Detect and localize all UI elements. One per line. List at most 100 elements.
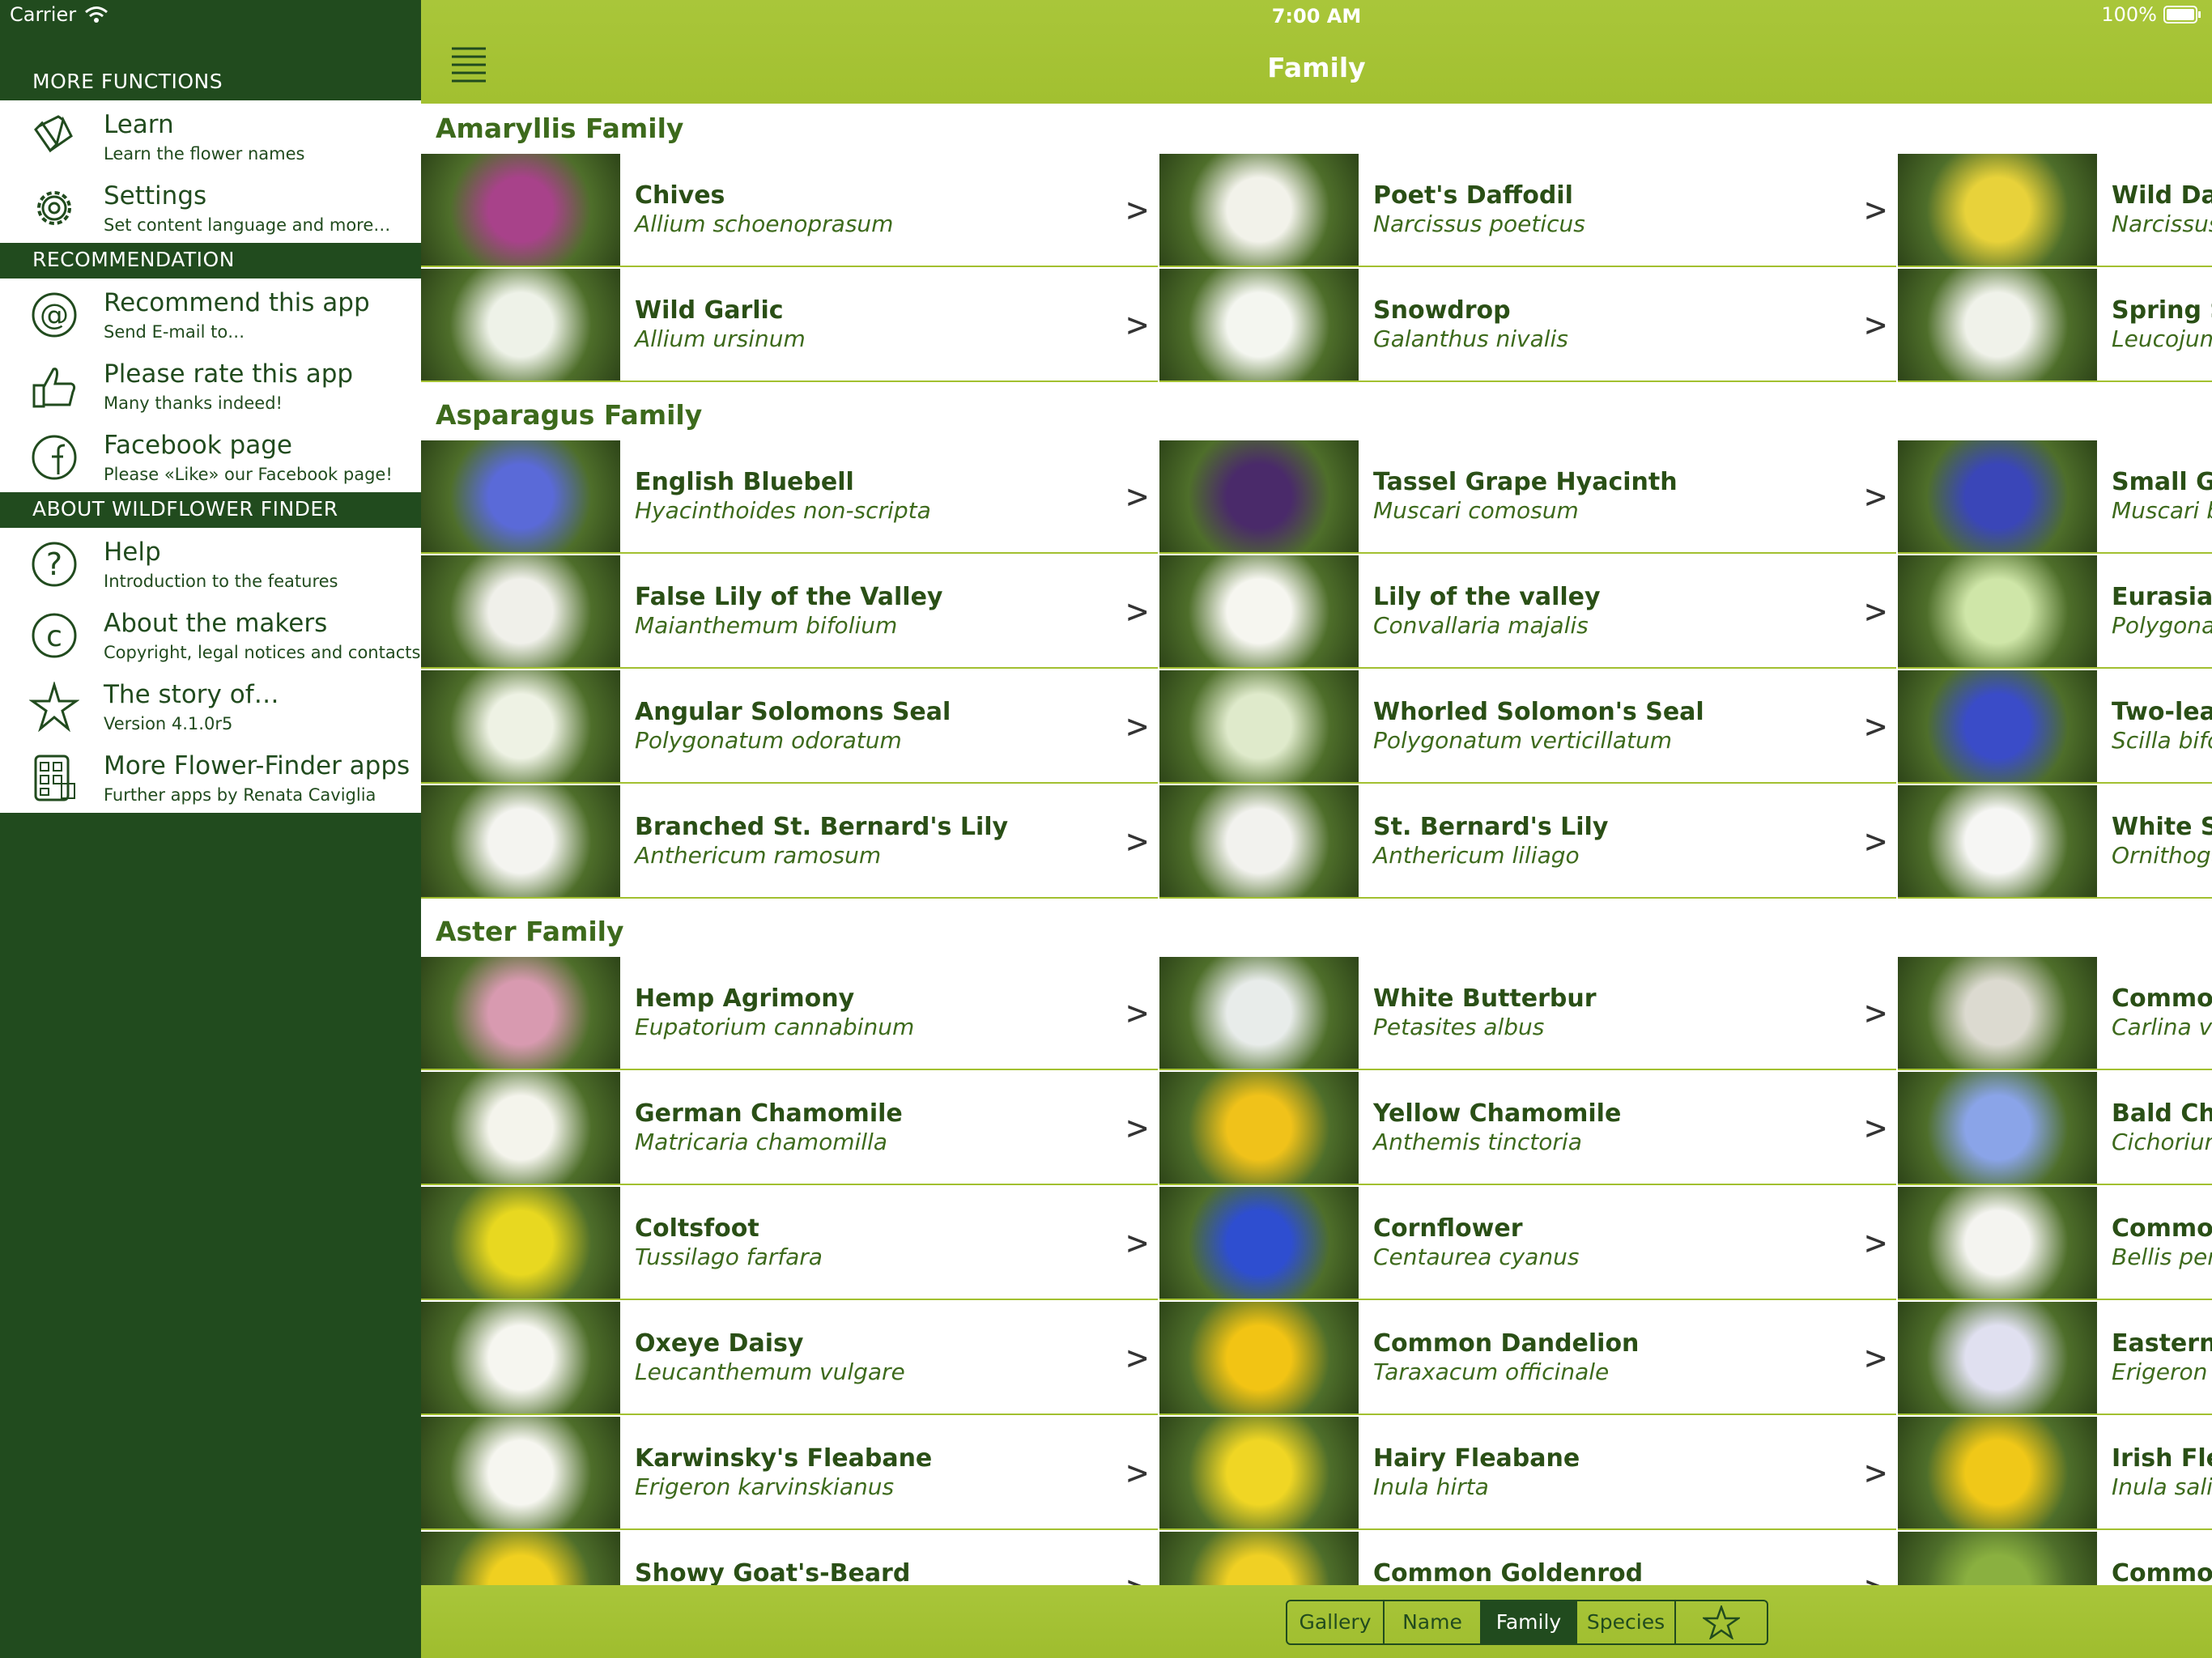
flower-common-name: Two-leaf [2112, 698, 2212, 726]
flower-common-name: Yellow Chamomile [1373, 1099, 1622, 1128]
section-header-more-functions: MORE FUNCTIONS [32, 70, 223, 93]
flower-cell[interactable]: Showy Goat's-Beard > [421, 1532, 1158, 1585]
chevron-right-icon: > [1126, 304, 1149, 346]
flower-cell[interactable]: Oxeye Daisy Leucanthemum vulgare > [421, 1302, 1158, 1415]
flower-cell[interactable]: Yellow Chamomile Anthemis tinctoria > [1159, 1072, 1896, 1185]
menu-item-title: Learn [104, 110, 174, 139]
flower-cell[interactable]: Tassel Grape Hyacinth Muscari comosum > [1159, 440, 1896, 554]
flower-thumbnail [1898, 785, 2097, 897]
menu-group-more-functions: Learn Learn the flower names Settings Se… [0, 100, 421, 243]
flower-latin-name: Convallaria majalis [1373, 612, 1589, 639]
favorites-star-icon [1700, 1604, 1742, 1641]
chevron-right-icon: > [1865, 821, 1887, 862]
tab-family[interactable]: Family [1480, 1601, 1576, 1643]
flower-cell[interactable]: Common Goldenrod > [1159, 1532, 1896, 1585]
flower-latin-name: Carlina vu [2112, 1014, 2212, 1040]
flower-cell[interactable]: Wild DafNarcissus [1898, 154, 2212, 267]
chevron-right-icon: > [1865, 304, 1887, 346]
tab-species[interactable]: Species [1576, 1601, 1674, 1643]
flower-cell[interactable]: Wild Garlic Allium ursinum > [421, 269, 1158, 382]
flower-cell[interactable]: White StOrnithoga [1898, 785, 2212, 899]
tab-favorites[interactable] [1674, 1601, 1767, 1643]
menu-item-rate[interactable]: Please rate this app Many thanks indeed! [0, 350, 421, 421]
flower-thumbnail [1898, 957, 2097, 1069]
chevron-right-icon: > [1865, 1222, 1887, 1264]
flower-cell[interactable]: CommonCarlina vu [1898, 957, 2212, 1070]
flower-latin-name: Anthericum ramosum [635, 842, 882, 869]
question-icon: ? [32, 542, 77, 587]
flower-common-name: German Chamomile [635, 1099, 903, 1128]
flower-latin-name: Eupatorium cannabinum [635, 1014, 915, 1040]
battery-label: 100% [2101, 3, 2157, 26]
chevron-right-icon: > [1865, 1107, 1887, 1149]
flower-cell[interactable]: Eastern IErigeron a [1898, 1302, 2212, 1415]
flower-cell[interactable]: EurasianPolygona [1898, 555, 2212, 669]
thumbs-up-icon [32, 368, 76, 408]
menu-item-title: The story of… [104, 680, 279, 709]
flower-cell[interactable]: Common [1898, 1532, 2212, 1585]
flower-thumbnail [421, 1417, 620, 1528]
bottom-toolbar: Gallery Name Family Species [421, 1585, 2212, 1658]
facebook-icon [32, 435, 77, 480]
flower-latin-name: Matricaria chamomilla [635, 1129, 887, 1155]
flower-thumbnail [1898, 555, 2097, 667]
flower-cell[interactable]: CommonBellis pere [1898, 1187, 2212, 1300]
flower-cell[interactable]: Cornflower Centaurea cyanus > [1159, 1187, 1896, 1300]
flower-cell[interactable]: Branched St. Bernard's Lily Anthericum ra… [421, 785, 1158, 899]
family-header: Asparagus Family [421, 390, 2212, 440]
flower-cell[interactable]: Small GraMuscari b [1898, 440, 2212, 554]
menu-item-subtitle: Further apps by Renata Caviglia [104, 785, 376, 805]
flower-cell[interactable]: St. Bernard's Lily Anthericum liliago > [1159, 785, 1896, 899]
flower-cell[interactable]: Spring SnLeucojum [1898, 269, 2212, 382]
menu-item-more-apps[interactable]: More Flower-Finder apps Further apps by … [0, 742, 421, 813]
flower-cell[interactable]: Lily of the valley Convallaria majalis > [1159, 555, 1896, 669]
flower-cell[interactable]: German Chamomile Matricaria chamomilla > [421, 1072, 1158, 1185]
flower-cell[interactable]: English Bluebell Hyacinthoides non-script… [421, 440, 1158, 554]
flower-cell[interactable]: Two-leafScilla bifo [1898, 670, 2212, 784]
flower-cell[interactable]: Karwinsky's Fleabane Erigeron karvinskian… [421, 1417, 1158, 1530]
flower-cell[interactable]: Angular Solomons Seal Polygonatum odoratu… [421, 670, 1158, 784]
flower-cell[interactable]: Bald ChicCichoriun [1898, 1072, 2212, 1185]
flower-latin-name: Polygonatum odoratum [635, 727, 902, 754]
section-header-recommendation: RECOMMENDATION [32, 248, 235, 271]
chevron-right-icon: > [1126, 189, 1149, 231]
menu-item-story[interactable]: The story of… Version 4.1.0r5 [0, 670, 421, 742]
flower-latin-name: Galanthus nivalis [1373, 325, 1568, 352]
menu-item-help[interactable]: ? Help Introduction to the features [0, 528, 421, 599]
flower-cell[interactable]: Coltsfoot Tussilago farfara > [421, 1187, 1158, 1300]
menu-group-about: ? Help Introduction to the features c Ab… [0, 528, 421, 813]
flower-cell[interactable]: Snowdrop Galanthus nivalis > [1159, 269, 1896, 382]
flower-cell[interactable]: Chives Allium schoenoprasum > [421, 154, 1158, 267]
flower-latin-name: Polygonatum verticillatum [1373, 727, 1673, 754]
flower-common-name: Eastern I [2112, 1329, 2212, 1358]
tab-gallery[interactable]: Gallery [1287, 1601, 1383, 1643]
flower-thumbnail [1898, 1532, 2097, 1585]
chevron-right-icon: > [1126, 1222, 1149, 1264]
menu-item-subtitle: Send E-mail to… [104, 322, 245, 342]
flower-common-name: Wild Daf [2112, 181, 2212, 210]
flower-thumbnail [1898, 154, 2097, 266]
flower-cell[interactable]: Irish FleaInula salic [1898, 1417, 2212, 1530]
flower-cell[interactable]: Hairy Fleabane Inula hirta > [1159, 1417, 1896, 1530]
flower-cell[interactable]: Common Dandelion Taraxacum officinale > [1159, 1302, 1896, 1415]
flower-latin-name: Narcissus [2112, 210, 2212, 237]
flower-thumbnail [1159, 1072, 1359, 1184]
menu-item-about-makers[interactable]: c About the makers Copyright, legal noti… [0, 599, 421, 670]
flower-common-name: Irish Flea [2112, 1444, 2212, 1473]
book-icon [34, 115, 73, 153]
menu-item-recommend[interactable]: @ Recommend this app Send E-mail to… [0, 278, 421, 350]
flower-cell[interactable]: Hemp Agrimony Eupatorium cannabinum > [421, 957, 1158, 1070]
menu-item-learn[interactable]: Learn Learn the flower names [0, 100, 421, 172]
menu-item-facebook[interactable]: Facebook page Please «Like» our Facebook… [0, 421, 421, 492]
menu-item-settings[interactable]: Settings Set content language and more… [0, 172, 421, 243]
tab-name[interactable]: Name [1383, 1601, 1480, 1643]
chevron-right-icon: > [1126, 821, 1149, 862]
flower-cell[interactable]: Whorled Solomon's Seal Polygonatum vertic… [1159, 670, 1896, 784]
flower-thumbnail [1159, 154, 1359, 266]
at-sign-icon: @ [32, 292, 77, 338]
flower-cell[interactable]: White Butterbur Petasites albus > [1159, 957, 1896, 1070]
flower-common-name: Hairy Fleabane [1373, 1444, 1580, 1473]
flower-latin-name: Polygona [2112, 612, 2212, 639]
flower-cell[interactable]: False Lily of the Valley Maianthemum bifo… [421, 555, 1158, 669]
flower-cell[interactable]: Poet's Daffodil Narcissus poeticus > [1159, 154, 1896, 267]
